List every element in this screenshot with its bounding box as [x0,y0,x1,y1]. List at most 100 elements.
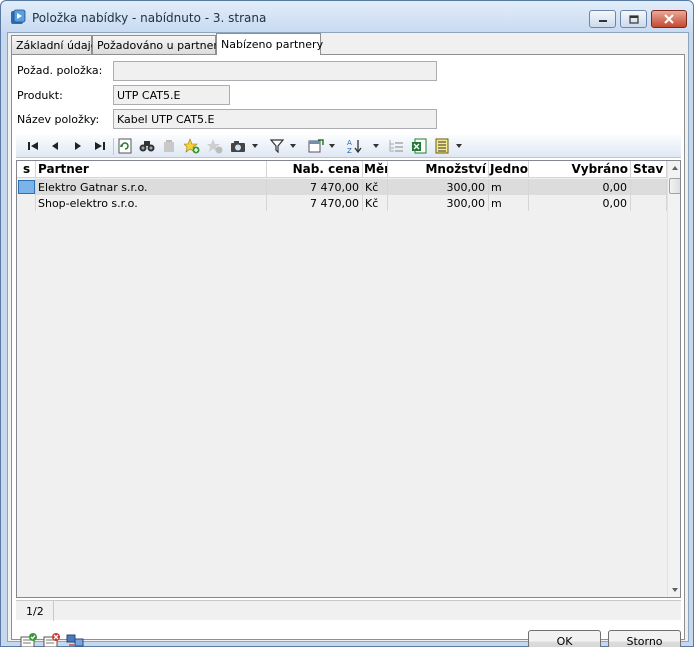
report-button[interactable] [434,138,450,154]
filter-button[interactable] [269,138,285,154]
ok-button[interactable]: OK [528,630,601,647]
price-cell[interactable]: 7 470,00 [267,195,363,211]
grid-toolbar: AZ [16,135,681,158]
window-title: Položka nabídky - nabídnuto - 3. strana [32,11,267,25]
svg-text:Z: Z [347,147,352,154]
find-button[interactable] [139,138,155,154]
table-row[interactable]: Shop-elektro s.r.o. 7 470,00 Kč 300,00 m… [17,195,667,211]
last-record-button[interactable] [92,138,108,154]
scroll-up-icon[interactable] [672,166,678,170]
confirm-doc-icon[interactable] [20,632,38,647]
quantity-cell[interactable]: 300,00 [388,179,489,195]
unit-cell[interactable]: m [489,179,529,195]
report-icon [435,138,449,154]
row-selector-cell[interactable] [17,179,36,195]
next-record-button[interactable] [70,138,86,154]
dialog-window: Položka nabídky - nabídnuto - 3. strana … [0,0,694,647]
sort-icon: AZ [347,139,362,154]
first-record-button[interactable] [25,138,41,154]
refresh-button[interactable] [117,138,133,154]
first-record-icon [28,142,38,150]
last-record-icon [95,142,105,150]
currency-cell[interactable]: Kč [363,195,388,211]
requested-item-label: Požad. položka: [17,64,103,77]
selected-qty-cell[interactable]: 0,00 [529,195,631,211]
column-header-quantity[interactable]: Množství [388,161,489,178]
previous-record-button[interactable] [47,138,63,154]
snapshot-dropdown[interactable] [252,144,258,148]
tree-button[interactable] [388,138,404,154]
partner-cell[interactable]: Shop-elektro s.r.o. [36,195,267,211]
column-header-currency[interactable]: Měr [363,161,388,178]
page-counter: 1/2 [16,601,54,621]
row-selector-cell[interactable] [17,195,36,211]
excel-export-icon [412,138,427,154]
minimize-button[interactable] [589,10,616,28]
column-header-unit[interactable]: Jedno [489,161,529,178]
close-button[interactable] [651,10,687,28]
unit-cell[interactable]: m [489,195,529,211]
close-icon [664,14,674,24]
toolbar-separator [113,138,114,155]
sort-button[interactable]: AZ [347,138,363,154]
item-name-label: Název položky: [17,113,100,126]
row-selection-marker [18,180,35,194]
price-cell[interactable]: 7 470,00 [267,179,363,195]
column-header-s[interactable]: s [17,161,36,178]
columns-icon [308,139,324,153]
currency-cell[interactable]: Kč [363,179,388,195]
maximize-icon [628,14,639,24]
column-header-selected[interactable]: Vybráno [529,161,631,178]
column-header-price[interactable]: Nab. cena [267,161,363,178]
state-cell[interactable] [631,179,667,195]
app-icon [11,9,26,24]
selected-qty-cell[interactable]: 0,00 [529,179,631,195]
copy-icon [207,139,223,154]
tab-basic-data[interactable]: Základní údaje [11,35,97,54]
filter-dropdown[interactable] [290,144,296,148]
transfer-icon[interactable] [66,632,84,647]
maximize-button[interactable] [620,10,647,28]
vertical-scrollbar[interactable] [667,161,680,597]
column-header-partner[interactable]: Partner [36,161,267,178]
delete-record-button[interactable] [161,138,177,154]
offers-grid: s Partner Nab. cena Měr Množství Jedno V… [16,160,681,598]
title-bar[interactable]: Položka nabídky - nabídnuto - 3. strana [1,1,693,33]
sort-dropdown[interactable] [373,144,379,148]
product-field[interactable]: UTP CAT5.E [113,85,230,105]
next-record-icon [75,142,81,150]
delete-icon [164,140,174,152]
scroll-down-icon[interactable] [672,588,678,592]
quantity-cell[interactable]: 300,00 [388,195,489,211]
excel-export-button[interactable] [411,138,427,154]
find-icon [139,141,155,152]
grid-header: s Partner Nab. cena Měr Množství Jedno V… [17,161,667,178]
copy-record-button[interactable] [207,138,223,154]
table-row[interactable]: Elektro Gatnar s.r.o. 7 470,00 Kč 300,00… [17,179,667,195]
camera-icon [231,141,245,152]
scroll-thumb[interactable] [669,178,680,194]
report-dropdown[interactable] [456,144,462,148]
requested-item-field[interactable] [113,61,437,81]
column-header-state[interactable]: Stav [631,161,667,178]
state-cell[interactable] [631,195,667,211]
columns-button[interactable] [308,138,324,154]
snapshot-button[interactable] [230,138,246,154]
previous-record-icon [52,142,58,150]
filter-icon [270,139,284,153]
tab-offered-by-partners[interactable]: Nabízeno partnery [216,33,323,55]
dialog-body: Základní údaje Požadováno u partnerů Nab… [7,32,689,647]
tab-requested-from-partners[interactable]: Požadováno u partnerů [92,35,225,54]
tab-page: Požad. položka: Produkt: UTP CAT5.E Náze… [11,54,685,647]
svg-text:A: A [347,139,352,147]
item-name-field[interactable]: Kabel UTP CAT5.E [113,109,437,129]
status-bar: 1/2 [16,600,681,621]
add-icon [184,138,200,154]
add-record-button[interactable] [184,138,200,154]
product-label: Produkt: [17,89,63,102]
reject-doc-icon[interactable] [43,632,61,647]
cancel-button[interactable]: Storno [608,630,681,647]
refresh-icon [118,138,132,154]
columns-dropdown[interactable] [329,144,335,148]
partner-cell[interactable]: Elektro Gatnar s.r.o. [36,179,267,195]
